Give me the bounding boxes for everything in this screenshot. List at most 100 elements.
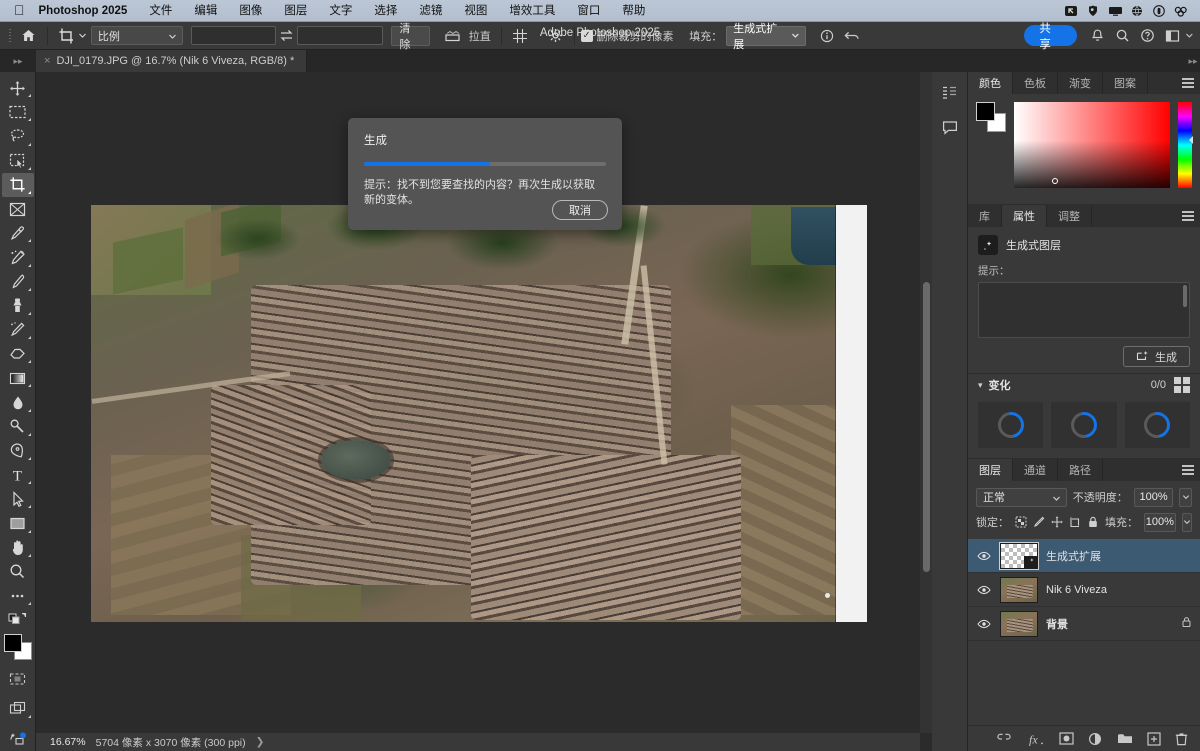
opacity-value[interactable]: 100% — [1133, 487, 1174, 507]
share-button[interactable]: 共享 — [1024, 23, 1077, 51]
bell-icon[interactable] — [1085, 25, 1110, 47]
lock-image-icon[interactable] — [1033, 515, 1045, 529]
color-field-marker[interactable] — [1052, 178, 1058, 184]
hue-marker[interactable] — [1189, 136, 1193, 145]
eye-icon[interactable] — [976, 551, 992, 561]
lock-all-icon[interactable] — [1087, 515, 1099, 529]
status-expand-icon[interactable]: ❯ — [256, 736, 265, 748]
tool-type[interactable]: T — [2, 463, 34, 487]
link-layers-icon[interactable] — [995, 733, 1013, 745]
options-bar-grip[interactable] — [4, 22, 16, 50]
cloud-share-icon[interactable] — [2, 727, 34, 751]
tab-properties[interactable]: 属性 — [1002, 205, 1047, 227]
menu-app-name[interactable]: Photoshop 2025 — [35, 0, 139, 22]
tool-lasso[interactable] — [2, 124, 34, 148]
tool-pen[interactable] — [2, 439, 34, 463]
close-icon[interactable]: × — [44, 55, 50, 67]
gear-icon[interactable] — [543, 25, 568, 47]
menu-item-help[interactable]: 帮助 — [611, 0, 656, 22]
color-field[interactable] — [1014, 102, 1170, 188]
lock-position-icon[interactable] — [1051, 515, 1063, 529]
menu-item-view[interactable]: 视图 — [453, 0, 498, 22]
foreground-color-swatch[interactable] — [976, 102, 995, 121]
tool-marquee[interactable] — [2, 100, 34, 124]
comment-icon[interactable] — [938, 116, 962, 138]
fill-select[interactable]: 生成式扩展 — [726, 23, 807, 51]
opacity-stepper[interactable] — [1179, 487, 1192, 507]
eye-icon[interactable] — [976, 585, 992, 595]
history-icon[interactable] — [938, 82, 962, 104]
tab-libraries[interactable]: 库 — [968, 205, 1002, 227]
layer-thumbnail[interactable] — [999, 541, 1039, 570]
screenshot-icon[interactable] — [1060, 0, 1082, 22]
tool-rectangle[interactable] — [2, 511, 34, 535]
tabbar-right-grip[interactable]: ▸▸ — [1186, 50, 1200, 72]
tab-layers[interactable]: 图层 — [968, 459, 1013, 481]
lock-icon[interactable] — [1181, 616, 1192, 631]
quick-mask-icon[interactable] — [2, 667, 34, 691]
menu-item-filter[interactable]: 滤镜 — [408, 0, 453, 22]
layer-row-nik-viveza[interactable]: Nik 6 Viveza — [968, 573, 1200, 607]
grid-view-icon[interactable] — [1174, 377, 1190, 393]
menu-item-edit[interactable]: 编辑 — [183, 0, 228, 22]
crop-tool-indicator[interactable] — [54, 25, 91, 47]
tab-swatches[interactable]: 色板 — [1013, 72, 1058, 94]
menu-item-window[interactable]: 窗口 — [566, 0, 611, 22]
tool-eyedropper[interactable] — [2, 221, 34, 245]
tool-history-brush[interactable] — [2, 318, 34, 342]
menu-item-file[interactable]: 文件 — [138, 0, 183, 22]
clear-button[interactable]: 清除 — [390, 23, 430, 51]
color-swatches[interactable] — [3, 633, 33, 661]
tabbar-grip[interactable]: ▸▸ — [0, 50, 36, 72]
info-icon[interactable] — [814, 25, 839, 47]
straighten-icon[interactable] — [440, 25, 465, 47]
tool-object-selection[interactable] — [2, 149, 34, 173]
tool-move[interactable] — [2, 76, 34, 100]
tool-crop[interactable] — [1, 172, 34, 197]
status-zoom-level[interactable]: 16.67% — [50, 736, 86, 748]
tool-gradient[interactable] — [2, 366, 34, 390]
variation-thumb[interactable] — [1124, 402, 1190, 448]
chevron-down-icon[interactable]: ▾ — [978, 380, 983, 391]
crop-width-input[interactable] — [190, 26, 276, 45]
layer-row-generative-expand[interactable]: 生成式扩展 — [968, 539, 1200, 573]
tool-dodge[interactable] — [2, 415, 34, 439]
scrollbar-thumb[interactable] — [923, 282, 930, 572]
variation-thumb[interactable] — [978, 402, 1044, 448]
delete-layer-icon[interactable] — [1175, 732, 1188, 746]
tool-default-colors[interactable] — [2, 608, 34, 628]
chevron-down-icon[interactable] — [1185, 31, 1194, 40]
tool-path-selection[interactable] — [2, 487, 34, 511]
network-icon[interactable] — [1126, 0, 1148, 22]
foreground-color-swatch[interactable] — [3, 633, 22, 652]
variations-header[interactable]: ▾ 变化 0/0 — [968, 374, 1200, 396]
panel-menu-icon[interactable] — [1182, 72, 1194, 94]
layer-thumbnail[interactable] — [1000, 610, 1038, 637]
tool-frame[interactable] — [2, 197, 34, 221]
menu-item-plugins[interactable]: 增效工具 — [498, 0, 566, 22]
tab-color[interactable]: 颜色 — [968, 72, 1013, 94]
add-mask-icon[interactable] — [1059, 732, 1074, 745]
layer-thumbnail[interactable] — [1000, 576, 1038, 603]
crop-ratio-select[interactable]: 比例 — [90, 26, 183, 45]
prompt-input[interactable] — [978, 282, 1190, 338]
tab-channels[interactable]: 通道 — [1013, 459, 1058, 481]
document-image[interactable] — [91, 205, 867, 622]
eye-icon[interactable] — [976, 619, 992, 629]
tool-spot-healing[interactable] — [2, 245, 34, 269]
tool-edit-toolbar[interactable] — [2, 584, 34, 608]
menu-item-image[interactable]: 图像 — [228, 0, 273, 22]
delete-cropped-checkbox[interactable]: ✓ — [580, 29, 593, 42]
cancel-button[interactable]: 取消 — [552, 200, 608, 220]
menu-item-layer[interactable]: 图层 — [273, 0, 318, 22]
hue-strip[interactable] — [1178, 102, 1193, 188]
new-layer-icon[interactable] — [1147, 731, 1161, 746]
menu-item-type[interactable]: 文字 — [318, 0, 363, 22]
generate-button[interactable]: 生成 — [1123, 346, 1190, 367]
swap-icon[interactable] — [276, 29, 297, 42]
tab-adjustments[interactable]: 调整 — [1047, 205, 1092, 227]
dropbox-icon[interactable] — [1170, 0, 1192, 22]
tool-hand[interactable] — [2, 536, 34, 560]
grid-overlay-icon[interactable] — [508, 25, 533, 47]
prompt-scrollbar[interactable] — [1183, 285, 1187, 307]
